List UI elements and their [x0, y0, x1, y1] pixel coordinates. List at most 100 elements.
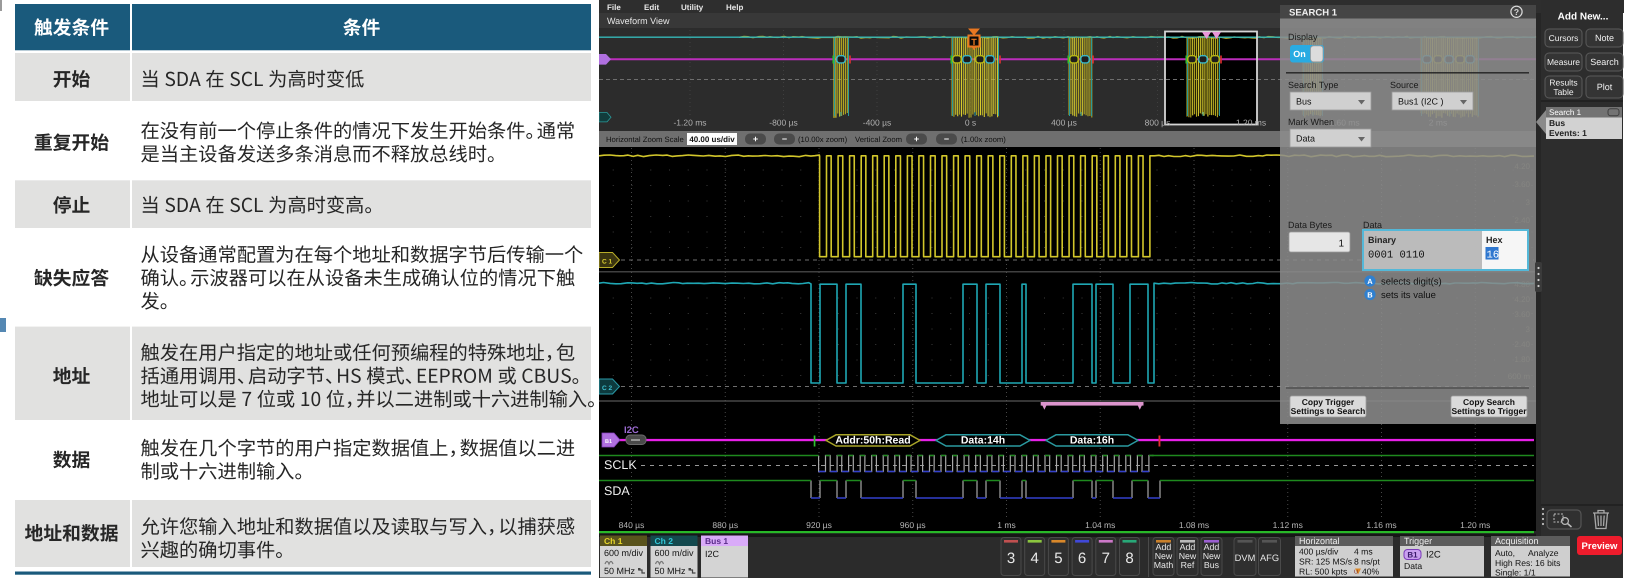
svg-text:1.12 ms: 1.12 ms	[1273, 520, 1303, 530]
svg-text:Cursors: Cursors	[1549, 33, 1579, 43]
svg-text:A: A	[1367, 277, 1373, 286]
svg-text:File: File	[607, 3, 621, 12]
svg-text:RL: 500 kpts: RL: 500 kpts	[1299, 567, 1347, 577]
svg-text:Horizontal: Horizontal	[1299, 536, 1340, 546]
svg-text:Results: Results	[1549, 77, 1577, 87]
svg-text:Data:14h: Data:14h	[961, 435, 1005, 447]
svg-text:Bus1 (I2C ): Bus1 (I2C )	[1398, 97, 1444, 107]
svg-text:Data: Data	[1296, 134, 1315, 144]
svg-text:Edit: Edit	[644, 3, 659, 12]
svg-text:Data:16h: Data:16h	[1070, 435, 1114, 447]
svg-text:1.20 ms: 1.20 ms	[1460, 520, 1490, 530]
svg-text:Data: Data	[1363, 220, 1382, 230]
svg-text:Settings to Trigger: Settings to Trigger	[1451, 406, 1527, 416]
svg-text:Bus: Bus	[1204, 560, 1220, 570]
svg-text:Horizontal Zoom Scale: Horizontal Zoom Scale	[606, 135, 684, 144]
svg-text:600 m/div: 600 m/div	[655, 548, 695, 558]
svg-text:40.00 us/div: 40.00 us/div	[689, 135, 735, 144]
svg-text:SCLK: SCLK	[604, 458, 637, 472]
svg-text:400 µs/div: 400 µs/div	[1299, 547, 1339, 557]
svg-text:Bus: Bus	[1549, 118, 1565, 128]
svg-text:40%: 40%	[1362, 567, 1380, 577]
svg-text:Trigger: Trigger	[1404, 536, 1432, 546]
svg-text:Help: Help	[726, 3, 743, 12]
svg-text:-800 µs: -800 µs	[769, 118, 798, 128]
svg-text:Auto,: Auto,	[1495, 548, 1515, 558]
svg-text:Data: Data	[1404, 561, 1422, 571]
svg-text:SDA: SDA	[604, 484, 630, 498]
svg-text:Mark When: Mark When	[1288, 117, 1334, 127]
svg-text:Note: Note	[1595, 33, 1614, 43]
svg-text:Ref: Ref	[1181, 560, 1195, 570]
svg-text:Search 1: Search 1	[1549, 108, 1582, 117]
svg-text:Plot: Plot	[1597, 82, 1613, 92]
svg-text:1.16 ms: 1.16 ms	[1366, 520, 1396, 530]
svg-text:7: 7	[1102, 550, 1110, 567]
svg-text:+: +	[914, 134, 919, 144]
svg-text:(10.00x zoom): (10.00x zoom)	[798, 135, 848, 144]
svg-text:High Res: 16 bits: High Res: 16 bits	[1495, 558, 1560, 568]
svg-text:Bus: Bus	[1296, 97, 1312, 107]
svg-text:Source: Source	[1390, 80, 1419, 90]
svg-text:4: 4	[1031, 550, 1039, 567]
svg-text:600 m/div: 600 m/div	[604, 548, 644, 558]
svg-text:Measure: Measure	[1547, 57, 1580, 67]
svg-text:Table: Table	[1553, 87, 1574, 97]
svg-text:1 ms: 1 ms	[997, 520, 1015, 530]
svg-text:SR: 125 MS/s: SR: 125 MS/s	[1299, 557, 1352, 567]
svg-text:960 µs: 960 µs	[900, 520, 926, 530]
svg-text:-400 µs: -400 µs	[863, 118, 892, 128]
svg-text:T: T	[971, 37, 977, 47]
svg-text:0001 0110: 0001 0110	[1368, 250, 1425, 262]
svg-text:0 s: 0 s	[965, 118, 976, 128]
svg-text:C 1: C 1	[602, 258, 613, 265]
svg-text:Settings to Search: Settings to Search	[1291, 406, 1366, 416]
svg-text:B1: B1	[1407, 551, 1418, 560]
svg-text:Single: 1/1: Single: 1/1	[1495, 568, 1536, 578]
svg-text:Math: Math	[1154, 560, 1174, 570]
svg-text:On: On	[1293, 49, 1306, 59]
svg-text:Hex: Hex	[1486, 235, 1503, 245]
svg-text:B1: B1	[605, 439, 612, 445]
svg-text:Waveform View: Waveform View	[607, 16, 670, 26]
svg-text:AFG: AFG	[1260, 553, 1279, 563]
svg-text:3: 3	[1007, 550, 1015, 567]
svg-text:−: −	[782, 134, 787, 144]
svg-text:1.08 ms: 1.08 ms	[1179, 520, 1209, 530]
svg-text:DVM: DVM	[1235, 553, 1256, 563]
svg-text:Display: Display	[1288, 32, 1318, 42]
svg-text:I2C: I2C	[705, 549, 720, 559]
svg-text:Bus 1: Bus 1	[705, 536, 728, 546]
svg-text:B: B	[1367, 291, 1373, 300]
svg-text:U: U	[1354, 570, 1358, 576]
svg-text:Acquisition: Acquisition	[1495, 536, 1539, 546]
svg-text:Search: Search	[1590, 57, 1619, 67]
svg-text:1.20 ms: 1.20 ms	[1236, 118, 1266, 128]
svg-text:sets its value: sets its value	[1381, 290, 1436, 301]
svg-text:selects digit(s): selects digit(s)	[1381, 277, 1442, 288]
svg-text:(1.00x zoom): (1.00x zoom)	[961, 135, 1006, 144]
svg-text:Ch 1: Ch 1	[604, 536, 623, 546]
svg-text:4 ms: 4 ms	[1354, 547, 1373, 557]
svg-text:Ch 2: Ch 2	[655, 536, 674, 546]
svg-text:6: 6	[1078, 550, 1086, 567]
svg-text:Preview: Preview	[1582, 541, 1619, 552]
svg-text:880 µs: 880 µs	[712, 520, 738, 530]
svg-text:I2C: I2C	[1426, 550, 1441, 561]
svg-text:8: 8	[1125, 550, 1133, 567]
svg-text:5: 5	[1054, 550, 1062, 567]
svg-text:800 µs: 800 µs	[1145, 118, 1171, 128]
svg-text:400 µs: 400 µs	[1051, 118, 1077, 128]
svg-text:1: 1	[1338, 239, 1344, 250]
svg-text:C 2: C 2	[602, 385, 613, 392]
svg-text:Search Type: Search Type	[1288, 80, 1338, 90]
svg-text:-1.20 ms: -1.20 ms	[673, 118, 706, 128]
svg-text:50 MHz: 50 MHz	[604, 566, 636, 576]
svg-text:Vertical Zoom: Vertical Zoom	[855, 135, 902, 144]
svg-text:Binary: Binary	[1368, 235, 1396, 245]
svg-text:Analyze: Analyze	[1528, 548, 1559, 558]
svg-text:−: −	[944, 134, 949, 144]
svg-text:SEARCH 1: SEARCH 1	[1289, 7, 1338, 18]
svg-text:1.04 ms: 1.04 ms	[1085, 520, 1115, 530]
svg-text:8 ns/pt: 8 ns/pt	[1354, 557, 1380, 567]
